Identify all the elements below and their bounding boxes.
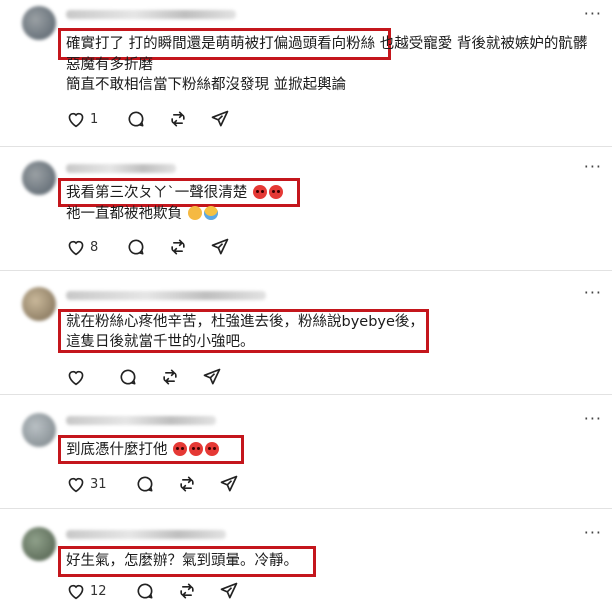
repost-button[interactable] [177, 581, 197, 601]
comment-text-line: 惡魔有多折磨 [66, 57, 153, 73]
comment-actions: 31 [66, 473, 261, 495]
comment-actions: 8 [66, 236, 252, 258]
repost-icon [171, 111, 185, 127]
share-button[interactable] [202, 367, 222, 387]
share-button[interactable] [219, 581, 239, 601]
like-button[interactable]: 12 [66, 582, 113, 600]
comment-2: ··· 我看第三次ㄆㄚˋ一聲很清楚 祂一直都被祂欺負 8 [0, 147, 612, 270]
reply-button[interactable] [135, 581, 155, 601]
reply-button[interactable] [135, 474, 155, 494]
like-count: 31 [90, 476, 107, 492]
comment-text: 到底憑什麼打他 [66, 442, 168, 458]
share-icon [220, 582, 237, 599]
comment-3: ··· 就在粉絲心疼他辛苦，杜強進去後，粉絲說byebye後， 這隻日後就當千世… [0, 271, 612, 393]
more-icon[interactable]: ··· [584, 523, 602, 542]
comment-icon [137, 476, 153, 492]
comment-actions: 12 [66, 580, 261, 602]
heart-icon [68, 477, 84, 493]
like-count: 8 [90, 239, 99, 255]
username-blurred[interactable] [66, 416, 216, 425]
comment-text-line: 這隻日後就當千世的小強吧。 [66, 334, 255, 350]
heart-icon [68, 112, 84, 128]
comment-5: ··· 好生氣，怎麼辦？氣到頭暈。冷靜。 12 [0, 509, 612, 608]
comment-text-line: 簡直不敢相信當下粉絲都沒發現 並掀起輿論 [66, 77, 347, 93]
avatar[interactable] [22, 413, 56, 447]
comment-text-line: 到底憑什麼打他 [66, 439, 220, 461]
more-icon[interactable]: ··· [584, 409, 602, 428]
username-blurred[interactable] [66, 291, 266, 300]
comment-text-line: 就在粉絲心疼他辛苦，杜強進去後，粉絲說byebye後， [66, 314, 424, 330]
angry-emoji-icon [173, 442, 188, 456]
repost-icon [163, 369, 177, 385]
repost-button[interactable] [160, 367, 180, 387]
comment-icon [128, 239, 144, 255]
comment-4: ··· 到底憑什麼打他 31 [0, 395, 612, 507]
reply-button[interactable] [118, 367, 138, 387]
share-button[interactable] [219, 474, 239, 494]
like-button[interactable]: 31 [66, 475, 113, 493]
repost-button[interactable] [168, 237, 188, 257]
more-icon[interactable]: ··· [584, 283, 602, 302]
avatar[interactable] [22, 527, 56, 561]
share-button[interactable] [210, 237, 230, 257]
comment-icon [120, 369, 136, 385]
angry-emoji-icon [205, 442, 220, 456]
share-icon [203, 368, 221, 385]
share-icon [211, 110, 229, 127]
username-blurred[interactable] [66, 10, 236, 19]
repost-icon [171, 239, 185, 255]
comment-icon [137, 583, 153, 599]
avatar[interactable] [22, 287, 56, 321]
like-count: 12 [90, 583, 107, 599]
reply-button[interactable] [126, 237, 146, 257]
repost-button[interactable] [177, 474, 197, 494]
like-button[interactable]: 1 [66, 110, 104, 128]
username-blurred[interactable] [66, 164, 176, 173]
reply-button[interactable] [126, 109, 146, 129]
crying-emoji-icon [203, 206, 218, 220]
comment-text-line: 我看第三次ㄆㄚˋ一聲很清楚 [66, 182, 284, 204]
heart-icon [68, 370, 84, 386]
comment-1: ··· 確實打了 打的瞬間還是萌萌被打偏過頭看向粉絲 也越受寵愛 背後就被嫉妒的… [0, 0, 612, 147]
like-button[interactable] [66, 368, 96, 386]
like-count: 1 [90, 111, 99, 127]
tired-emoji-icon [187, 206, 202, 220]
heart-icon [68, 240, 84, 256]
comment-icon [128, 111, 144, 127]
comment-actions [66, 366, 244, 388]
comment-text-line: 祂一直都被祂欺負 [66, 203, 219, 225]
repost-button[interactable] [168, 109, 188, 129]
repost-icon [179, 583, 194, 599]
angry-emoji-icon [189, 442, 204, 456]
angry-emoji-icon [268, 185, 283, 199]
comment-text-line: 好生氣，怎麼辦？氣到頭暈。冷靜。 [66, 553, 298, 569]
username-blurred[interactable] [66, 530, 226, 539]
share-icon [220, 475, 237, 492]
angry-emoji-icon [252, 185, 267, 199]
heart-icon [68, 584, 84, 600]
avatar[interactable] [22, 6, 56, 40]
comment-text: 我看第三次ㄆㄚˋ一聲很清楚 [66, 185, 248, 201]
repost-icon [179, 476, 194, 492]
comment-actions: 1 [66, 108, 252, 130]
more-icon[interactable]: ··· [584, 4, 602, 23]
like-button[interactable]: 8 [66, 238, 104, 256]
share-button[interactable] [210, 109, 230, 129]
comment-text: 祂一直都被祂欺負 [66, 206, 182, 222]
comment-text-line: 確實打了 打的瞬間還是萌萌被打偏過頭看向粉絲 也越受寵愛 背後就被嫉妒的骯髒 [66, 36, 588, 52]
avatar[interactable] [22, 161, 56, 195]
more-icon[interactable]: ··· [584, 157, 602, 176]
share-icon [211, 238, 229, 255]
